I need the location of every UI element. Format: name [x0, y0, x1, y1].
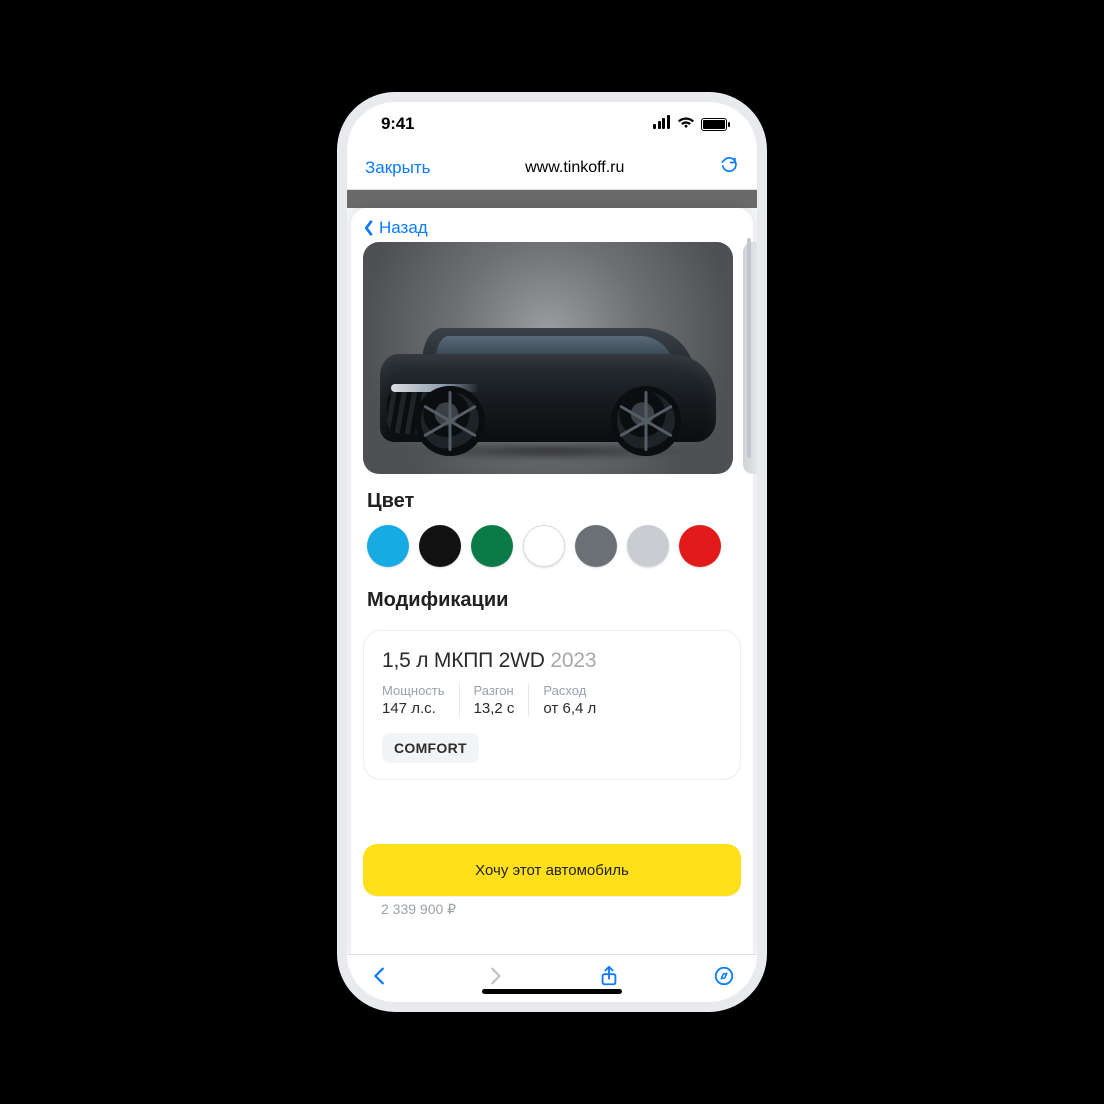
spec-label: Мощность	[382, 683, 445, 698]
color-swatch-green[interactable]	[471, 525, 513, 567]
modification-card[interactable]: 1,5 л МКПП 2WD 2023 Мощность 147 л.с. Разг…	[363, 630, 741, 780]
modification-year: 2023	[550, 649, 596, 672]
wifi-icon	[677, 114, 695, 134]
spec-label: Разгон	[474, 683, 515, 698]
spec-value: 147 л.с.	[382, 700, 445, 717]
refresh-button[interactable]	[719, 155, 739, 181]
spec-item: Расход от 6,4 л	[528, 683, 610, 717]
phone-frame: 9:41 Закрыть www.tinkoff.ru Назад	[337, 92, 767, 1012]
home-indicator[interactable]	[482, 989, 622, 994]
cellular-icon	[653, 114, 671, 134]
color-swatch-silver[interactable]	[627, 525, 669, 567]
browser-toolbar	[347, 954, 757, 1002]
color-swatch-white[interactable]	[523, 525, 565, 567]
compass-button[interactable]	[713, 965, 735, 992]
hero-carousel[interactable]	[351, 242, 753, 474]
spec-item: Мощность 147 л.с.	[382, 683, 459, 717]
modification-price: 2 339 900 ₽	[381, 901, 456, 918]
url-text[interactable]: www.tinkoff.ru	[525, 159, 624, 177]
browser-back-button[interactable]	[369, 965, 391, 992]
color-swatch-gray[interactable]	[575, 525, 617, 567]
color-swatch-blue[interactable]	[367, 525, 409, 567]
mods-heading: Модификации	[351, 573, 753, 620]
cta-wrap: Хочу этот автомобиль	[363, 844, 741, 896]
color-heading: Цвет	[351, 474, 753, 521]
sheet-backdrop	[347, 190, 757, 208]
modification-title: 1,5 л МКПП 2WD 2023	[382, 649, 722, 673]
car-hero-image	[363, 242, 733, 474]
close-button[interactable]: Закрыть	[365, 158, 430, 178]
want-car-button[interactable]: Хочу этот автомобиль	[363, 844, 741, 896]
spec-label: Расход	[543, 683, 596, 698]
spec-value: 13,2 с	[474, 700, 515, 717]
browser-bar: Закрыть www.tinkoff.ru	[347, 146, 757, 190]
spec-item: Разгон 13,2 с	[459, 683, 529, 717]
share-button[interactable]	[598, 965, 620, 992]
modification-specs: Мощность 147 л.с. Разгон 13,2 с Расход от 6,4…	[382, 683, 722, 717]
trim-pill[interactable]: COMFORT	[382, 733, 479, 763]
modification-title-main: 1,5 л МКПП 2WD	[382, 649, 545, 672]
scrollbar[interactable]	[747, 238, 751, 458]
back-button[interactable]: Назад	[351, 208, 753, 242]
color-swatches	[351, 521, 753, 573]
browser-forward-button	[484, 965, 506, 992]
status-bar: 9:41	[347, 102, 757, 146]
battery-icon	[701, 118, 727, 131]
color-swatch-red[interactable]	[679, 525, 721, 567]
bottom-sheet: Назад	[351, 208, 753, 954]
status-time: 9:41	[381, 114, 414, 134]
spec-value: от 6,4 л	[543, 700, 596, 717]
color-swatch-black[interactable]	[419, 525, 461, 567]
page-body: Назад	[347, 190, 757, 954]
status-icons	[653, 114, 727, 134]
back-label: Назад	[379, 218, 428, 238]
